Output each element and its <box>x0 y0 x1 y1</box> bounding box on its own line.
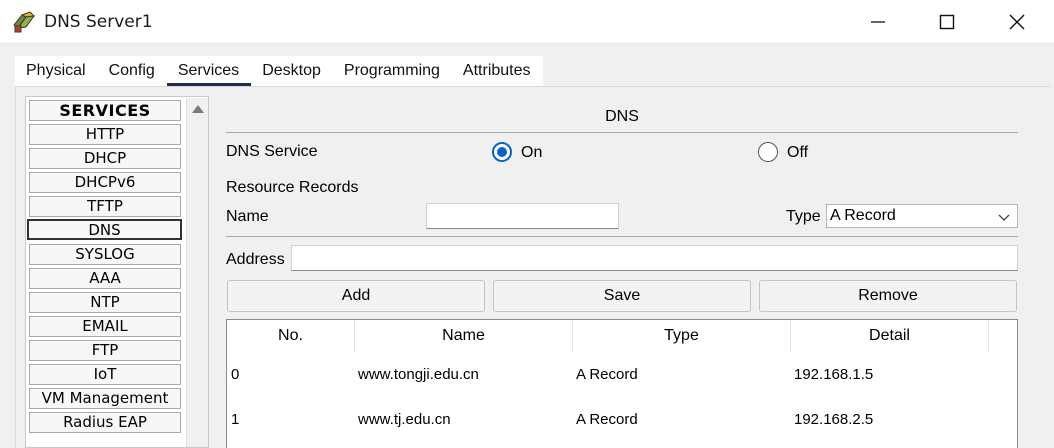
service-radius-eap[interactable]: Radius EAP <box>29 412 181 433</box>
cell-detail: 192.168.1.5 <box>794 366 874 383</box>
window-title: DNS Server1 <box>44 12 153 32</box>
close-button[interactable] <box>982 0 1052 44</box>
type-select[interactable]: A Record <box>826 204 1018 228</box>
service-dhcp[interactable]: DHCP <box>29 148 181 169</box>
tab-services[interactable]: Services <box>166 56 252 86</box>
server-app-icon <box>13 11 36 33</box>
tab-attributes[interactable]: Attributes <box>452 56 543 86</box>
type-select-value: A Record <box>830 207 896 224</box>
cell-name: www.tongji.edu.cn <box>358 366 479 383</box>
service-email[interactable]: EMAIL <box>29 316 181 337</box>
services-scrollbar[interactable] <box>186 98 208 447</box>
dns-service-label: DNS Service <box>226 143 318 160</box>
dns-on-label[interactable]: On <box>521 144 542 162</box>
service-iot[interactable]: IoT <box>29 364 181 385</box>
maximize-icon <box>939 14 955 30</box>
cell-type: A Record <box>576 411 638 428</box>
add-button[interactable]: Add <box>227 280 485 312</box>
service-ntp[interactable]: NTP <box>29 292 181 313</box>
service-vm-management[interactable]: VM Management <box>29 388 181 409</box>
save-button[interactable]: Save <box>493 280 751 312</box>
dns-on-radio[interactable] <box>492 142 512 162</box>
dns-server-window: DNS Server1 Physical Config Services Des… <box>0 0 1054 448</box>
maximize-button[interactable] <box>912 0 982 44</box>
close-icon <box>1009 14 1025 30</box>
service-http[interactable]: HTTP <box>29 124 181 145</box>
dns-off-label[interactable]: Off <box>787 144 808 162</box>
type-label: Type <box>786 208 821 225</box>
remove-button[interactable]: Remove <box>759 280 1017 312</box>
service-dns[interactable]: DNS <box>27 219 182 240</box>
address-label: Address <box>226 251 285 268</box>
minimize-icon <box>871 21 885 23</box>
cell-no: 0 <box>231 366 240 383</box>
name-input[interactable] <box>426 203 619 229</box>
title-bar[interactable]: DNS Server1 <box>0 0 1054 44</box>
cell-type: A Record <box>576 366 638 383</box>
records-table: No. Name Type Detail 0 www.tongji.edu.cn… <box>226 319 1018 448</box>
dns-off-radio[interactable] <box>758 142 778 162</box>
col-header-no[interactable]: No. <box>227 320 355 352</box>
service-ftp[interactable]: FTP <box>29 340 181 361</box>
tab-config[interactable]: Config <box>98 56 167 86</box>
tab-programming[interactable]: Programming <box>333 56 452 86</box>
services-header: SERVICES <box>29 100 181 121</box>
name-label: Name <box>226 208 269 225</box>
cell-no: 1 <box>231 411 240 428</box>
col-header-type[interactable]: Type <box>573 320 791 352</box>
service-syslog[interactable]: SYSLOG <box>29 244 181 265</box>
tab-bar: Physical Config Services Desktop Program… <box>15 56 543 86</box>
cell-detail: 192.168.2.5 <box>794 411 874 428</box>
cell-name: www.tj.edu.cn <box>358 411 451 428</box>
minimize-button[interactable] <box>843 0 913 44</box>
dns-config: DNS DNS Service On Off Resource Records … <box>210 96 1050 448</box>
services-list: SERVICES HTTP DHCP DHCPv6 TFTP DNS SYSLO… <box>25 96 209 448</box>
col-header-name[interactable]: Name <box>355 320 573 352</box>
address-input[interactable] <box>291 245 1018 271</box>
service-tftp[interactable]: TFTP <box>29 196 181 217</box>
scroll-up-arrow-icon[interactable] <box>192 105 204 113</box>
tab-desktop[interactable]: Desktop <box>251 56 333 86</box>
tab-physical[interactable]: Physical <box>15 56 98 86</box>
resource-records-label: Resource Records <box>226 179 359 196</box>
section-title: DNS <box>605 108 639 125</box>
col-header-detail[interactable]: Detail <box>791 320 989 352</box>
divider <box>226 132 1018 133</box>
chevron-down-icon <box>998 214 1010 221</box>
divider <box>226 236 1018 237</box>
service-aaa[interactable]: AAA <box>29 268 181 289</box>
service-dhcpv6[interactable]: DHCPv6 <box>29 172 181 193</box>
